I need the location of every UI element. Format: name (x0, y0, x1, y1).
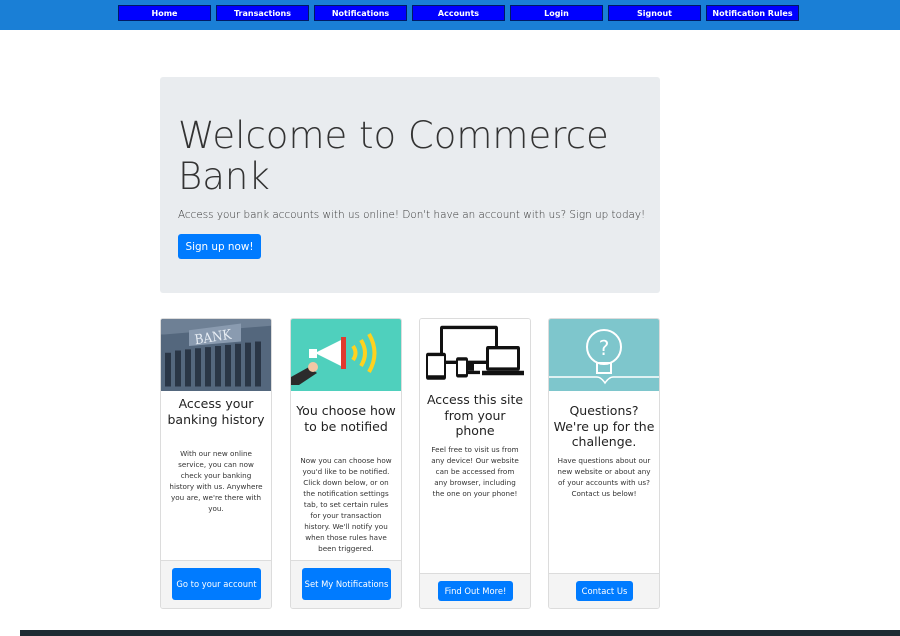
card-questions: ? Questions? We're up for the challenge.… (548, 318, 660, 609)
card-banking-history: BANK Access your banking history With ou… (160, 318, 272, 609)
card-title: Access your banking history (167, 396, 265, 427)
contact-us-button[interactable]: Contact Us (576, 581, 633, 601)
find-out-more-button[interactable]: Find Out More! (438, 581, 513, 601)
hero-jumbotron: Welcome to Commerce Bank Access your ban… (160, 77, 660, 293)
footer-bar (20, 630, 900, 636)
set-my-notifications-button[interactable]: Set My Notifications (302, 568, 391, 600)
nav-accounts-button[interactable]: Accounts (412, 5, 505, 21)
signup-button[interactable]: Sign up now! (178, 234, 261, 259)
card-footer: Set My Notifications (291, 560, 401, 608)
hero-title: Welcome to Commerce Bank (178, 114, 609, 198)
bank-building-image: BANK (161, 319, 271, 391)
nav-notifications-button[interactable]: Notifications (314, 5, 407, 21)
card-text: With our new online service, you can now… (169, 449, 263, 513)
devices-icon (420, 319, 530, 391)
card-footer: Go to your account (161, 560, 271, 608)
card-notifications: You choose how to be notified Now you ca… (290, 318, 402, 609)
card-mobile-access: Access this site from your phone Feel fr… (419, 318, 531, 609)
svg-text:?: ? (599, 336, 610, 360)
top-navbar: Home Transactions Notifications Accounts… (0, 0, 900, 30)
hero-subtitle: Access your bank accounts with us online… (178, 209, 646, 221)
card-footer: Find Out More! (420, 573, 530, 608)
nav-notification-rules-button[interactable]: Notification Rules (706, 5, 799, 21)
nav-signout-button[interactable]: Signout (608, 5, 701, 21)
lightbulb-question-icon: ? (549, 319, 659, 391)
card-title: Access this site from your phone (426, 392, 524, 438)
card-text: Feel free to visit us from any device! O… (431, 445, 519, 498)
go-to-account-button[interactable]: Go to your account (172, 568, 261, 600)
card-text: Have questions about our new website or … (557, 456, 651, 498)
card-title: Questions? We're up for the challenge. (553, 403, 655, 449)
nav-transactions-button[interactable]: Transactions (216, 5, 309, 21)
nav-home-button[interactable]: Home (118, 5, 211, 21)
megaphone-icon (291, 319, 401, 391)
card-title: You choose how to be notified (296, 403, 396, 434)
card-footer: Contact Us (549, 573, 659, 608)
nav-login-button[interactable]: Login (510, 5, 603, 21)
card-text: Now you can choose how you'd like to be … (300, 456, 392, 553)
